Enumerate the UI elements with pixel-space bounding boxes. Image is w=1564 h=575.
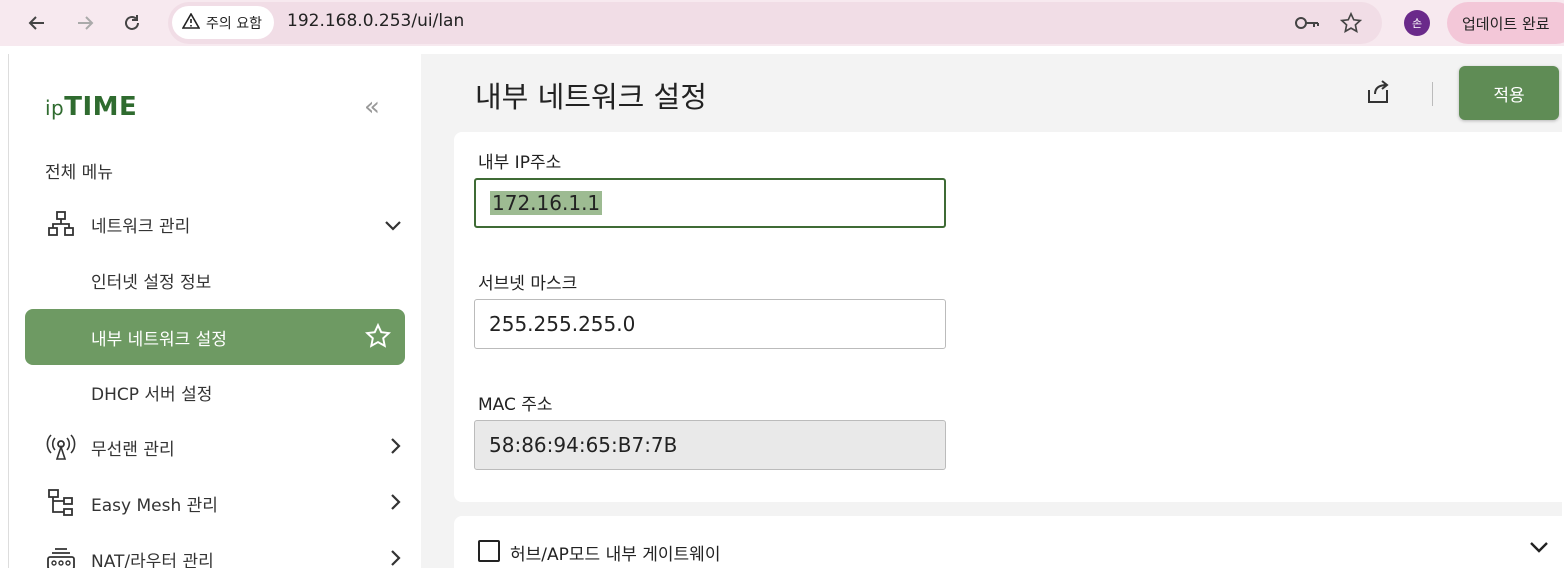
sidebar-item-network[interactable]: 네트워크 관리 <box>45 207 401 241</box>
subnet-mask-input[interactable]: 255.255.255.0 <box>474 299 946 349</box>
apply-button[interactable]: 적용 <box>1459 66 1559 120</box>
sidebar-item-label: NAT/라우터 관리 <box>91 551 214 569</box>
mac-address-label: MAC 주소 <box>478 395 553 415</box>
iptime-logo[interactable]: ipTIME <box>45 92 137 122</box>
sidebar: ipTIME « 전체 메뉴 네트워크 관리 인터넷 설정 정보 내부 네트워크… <box>9 54 421 568</box>
hub-ap-checkbox[interactable] <box>478 540 500 562</box>
chevron-down-icon[interactable] <box>1530 538 1548 557</box>
chevron-right-icon <box>391 435 401 459</box>
sidebar-subitem-dhcp[interactable]: DHCP 서버 설정 <box>91 380 212 405</box>
chevron-right-icon <box>391 491 401 515</box>
router-admin-page: ipTIME « 전체 메뉴 네트워크 관리 인터넷 설정 정보 내부 네트워크… <box>8 54 1562 568</box>
subnet-mask-value: 255.255.255.0 <box>489 312 636 336</box>
update-button[interactable]: 업데이트 완료 <box>1447 2 1564 44</box>
favorite-star-icon[interactable] <box>364 322 392 354</box>
back-icon[interactable] <box>22 8 52 38</box>
page-title: 내부 네트워크 설정 <box>475 80 707 114</box>
sidebar-item-label: Easy Mesh 관리 <box>91 495 218 516</box>
profile-avatar[interactable]: 손 <box>1404 10 1430 36</box>
sidebar-item-label: 무선랜 관리 <box>91 439 175 460</box>
key-icon[interactable] <box>1294 10 1320 36</box>
sidebar-item-easymesh[interactable]: Easy Mesh 관리 <box>45 486 401 520</box>
mac-address-input: 58:86:94:65:B7:7B <box>474 420 946 470</box>
network-icon <box>45 208 77 240</box>
sidebar-item-label: 네트워크 관리 <box>91 216 191 237</box>
toolbar-divider <box>1432 82 1433 106</box>
menu-header: 전체 메뉴 <box>45 163 113 183</box>
sidebar-item-label: 내부 네트워크 설정 <box>91 329 227 350</box>
ip-address-value: 172.16.1.1 <box>490 191 603 215</box>
mac-address-value: 58:86:94:65:B7:7B <box>489 433 678 457</box>
security-label: 주의 요함 <box>206 15 262 32</box>
bookmark-star-icon[interactable] <box>1338 10 1364 36</box>
router-icon <box>45 543 77 568</box>
wireless-antenna-icon <box>45 431 77 463</box>
hub-ap-card: 허브/AP모드 내부 게이트웨이 <box>454 516 1562 568</box>
subnet-mask-label: 서브넷 마스크 <box>478 274 578 294</box>
reload-icon[interactable] <box>117 8 147 38</box>
collapse-sidebar-icon[interactable]: « <box>364 92 380 122</box>
sidebar-subitem-internet[interactable]: 인터넷 설정 정보 <box>91 268 211 293</box>
security-chip[interactable]: 주의 요함 <box>172 6 274 39</box>
share-icon[interactable] <box>1365 80 1391 110</box>
settings-card: 내부 IP주소 172.16.1.1 서브넷 마스크 255.255.255.0… <box>454 132 1562 502</box>
chevron-right-icon <box>391 547 401 568</box>
warning-icon <box>181 11 201 33</box>
sidebar-subitem-lan-settings[interactable]: 내부 네트워크 설정 <box>25 309 405 365</box>
sidebar-item-nat[interactable]: NAT/라우터 관리 <box>45 542 401 569</box>
forward-icon[interactable] <box>70 8 100 38</box>
chevron-down-icon <box>385 212 401 236</box>
ip-address-input[interactable]: 172.16.1.1 <box>474 178 946 228</box>
browser-toolbar: 주의 요함 192.168.0.253/ui/lan 손 업데이트 완료 <box>0 0 1564 46</box>
sidebar-item-wireless[interactable]: 무선랜 관리 <box>45 430 401 464</box>
main-content: 내부 네트워크 설정 적용 내부 IP주소 172.16.1.1 서브넷 마스크… <box>421 54 1562 568</box>
hub-ap-label[interactable]: 허브/AP모드 내부 게이트웨이 <box>510 540 720 565</box>
url-text[interactable]: 192.168.0.253/ui/lan <box>287 11 464 31</box>
mesh-tree-icon <box>45 487 77 519</box>
ip-address-label: 내부 IP주소 <box>478 153 562 173</box>
